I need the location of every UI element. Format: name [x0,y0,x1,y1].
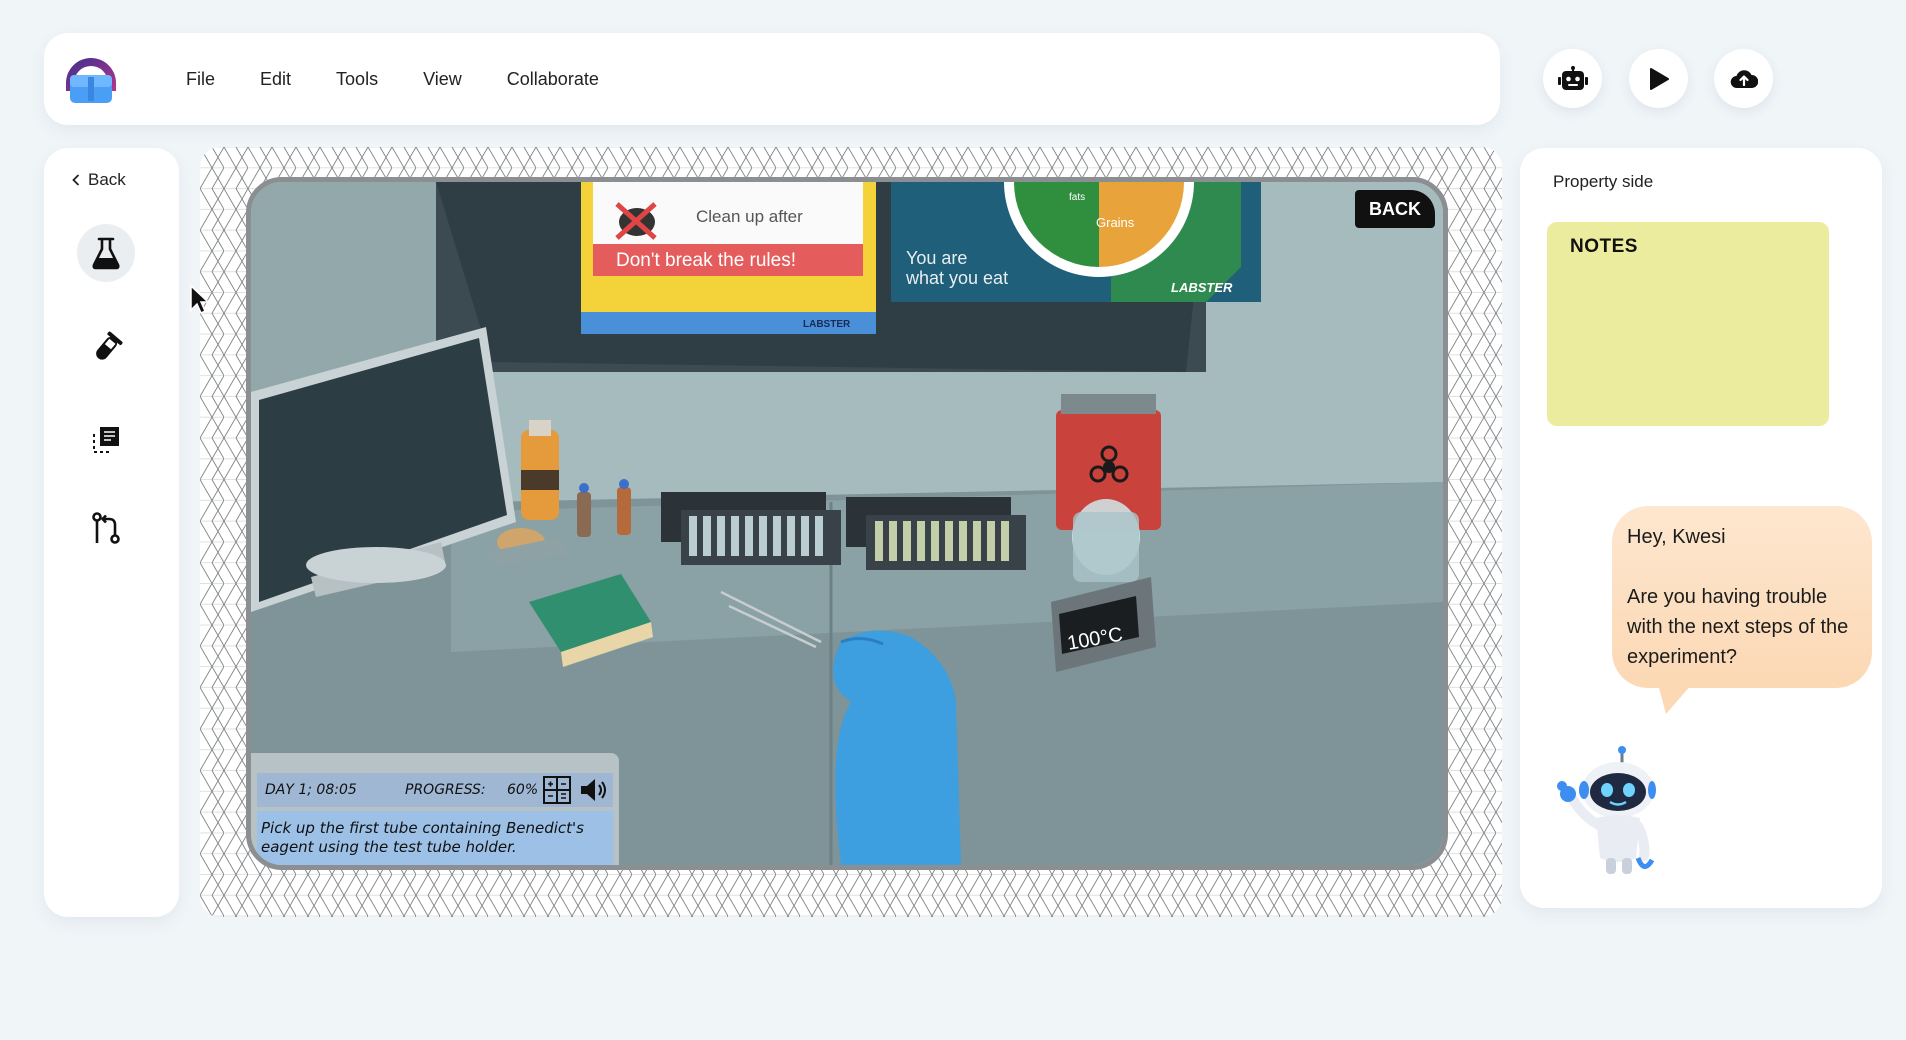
svg-text:Don't break the rules!: Don't break the rules! [616,250,796,271]
bubble-message: Are you having trouble with the next ste… [1627,586,1849,668]
hud-day-time: DAY 1; 08:05 [265,782,357,798]
play-icon [1649,67,1669,90]
progress-hud: DAY 1; 08:05 PROGRESS: 60% Pick up the f… [251,753,619,865]
tool-test-tube[interactable] [77,320,135,378]
menu-collaborate[interactable]: Collaborate [507,69,599,90]
simulation-viewport[interactable]: Clean up after Don't break the rules! LA… [246,177,1448,870]
branch-icon [92,512,120,544]
top-menu-bar: File Edit Tools View Collaborate [44,33,1500,125]
flask-icon [92,237,120,270]
svg-text:Grains: Grains [1096,215,1135,230]
svg-text:Clean up after: Clean up after [696,207,803,226]
menu-view[interactable]: View [423,69,462,90]
assistant-robot-avatar[interactable] [1552,746,1656,878]
app-logo[interactable] [62,51,120,107]
tool-flask[interactable] [77,224,135,282]
tool-select-area[interactable] [77,411,135,469]
tool-sidebar: Back [44,148,179,917]
assistant-speech-bubble: Hey, Kwesi Are you having trouble with t… [1612,506,1872,688]
no-sign-icon [615,202,657,240]
menu-edit[interactable]: Edit [260,69,291,90]
menu-tools[interactable]: Tools [336,69,378,90]
back-label: Back [88,170,126,189]
tool-branch[interactable] [77,499,135,557]
scene-back-button[interactable]: BACK [1355,190,1435,228]
test-tube-icon [96,331,123,360]
bubble-greeting: Hey, Kwesi [1627,526,1726,548]
mouse-cursor-icon [190,284,209,315]
assistant-button[interactable] [1543,49,1602,108]
robot-icon [1557,65,1588,90]
svg-text:LABSTER: LABSTER [1171,280,1233,295]
svg-text:fats: fats [1069,192,1085,203]
cloud-upload-button[interactable] [1714,49,1773,108]
notes-card[interactable]: NOTES [1547,222,1829,426]
menu-file[interactable]: File [186,69,215,90]
test-tube-rack-2 [846,497,1026,570]
play-button[interactable] [1629,49,1688,108]
select-area-icon [93,427,119,453]
property-panel: Property side NOTES Hey, Kwesi Are you h… [1520,148,1882,908]
main-menu: File Edit Tools View Collaborate [186,33,599,125]
hud-status-bar: DAY 1; 08:05 PROGRESS: 60% [257,773,613,807]
chevron-left-icon [72,174,80,186]
bubble-tail [1658,684,1692,714]
back-button[interactable]: Back [72,170,126,190]
cloud-upload-icon [1730,69,1758,88]
property-title: Property side [1553,172,1654,191]
hud-progress-value: 60% [507,782,539,798]
speaker-icon[interactable] [579,777,609,803]
hud-instruction: Pick up the first tube containing Benedi… [257,811,613,865]
editor-canvas[interactable]: Clean up after Don't break the rules! LA… [200,147,1502,917]
test-tube-rack [661,492,841,565]
notes-title: NOTES [1570,236,1638,257]
svg-text:what you eat: what you eat [905,268,1008,288]
hud-progress-label: PROGRESS: [405,782,486,798]
calculator-icon[interactable] [543,776,571,804]
svg-text:LABSTER: LABSTER [803,319,851,330]
svg-text:You are: You are [906,248,967,268]
